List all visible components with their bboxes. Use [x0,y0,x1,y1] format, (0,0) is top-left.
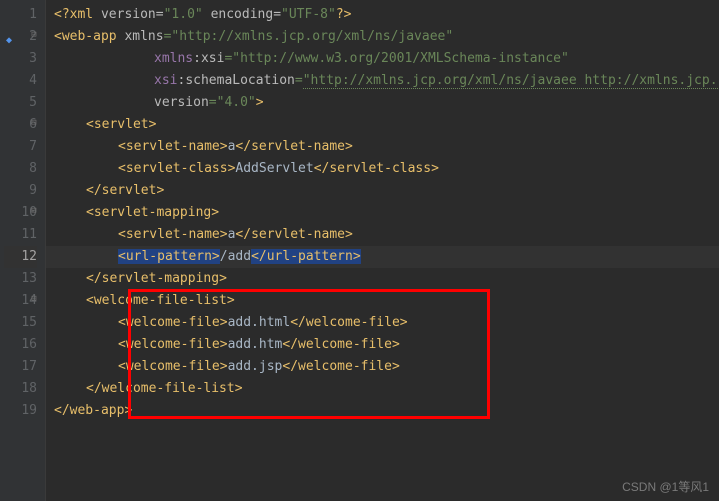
line-number[interactable]: 5 [4,92,37,114]
code-line-current[interactable]: <url-pattern>/add</url-pattern> [46,246,719,268]
code-line[interactable]: xsi:schemaLocation="http://xmlns.jcp.org… [46,70,719,92]
watermark: CSDN @1等风1 [622,478,709,495]
code-line[interactable]: <servlet> [46,114,719,136]
line-number[interactable]: 11 [4,224,37,246]
code-line[interactable]: <welcome-file>add.jsp</welcome-file> [46,356,719,378]
code-line[interactable]: <welcome-file>add.htm</welcome-file> [46,334,719,356]
line-number[interactable]: 7 [4,136,37,158]
line-number[interactable]: 18 [4,378,37,400]
code-line[interactable]: </web-app> [46,400,719,422]
line-number[interactable]: 17 [4,356,37,378]
code-line[interactable]: xmlns:xsi="http://www.w3.org/2001/XMLSch… [46,48,719,70]
code-line[interactable]: </servlet> [46,180,719,202]
line-number[interactable]: 16 [4,334,37,356]
fold-icon[interactable]: ⊟ [29,294,39,304]
fold-icon[interactable]: ⊟ [29,118,39,128]
line-number[interactable]: 1 [4,4,37,26]
code-line[interactable]: <welcome-file>add.html</welcome-file> [46,312,719,334]
line-number[interactable]: 9 [4,180,37,202]
code-line[interactable]: version="4.0"> [46,92,719,114]
code-line[interactable]: <servlet-mapping> [46,202,719,224]
line-number[interactable]: ◆2⊟ [4,26,37,48]
code-line[interactable]: <servlet-name>a</servlet-name> [46,224,719,246]
fold-icon[interactable]: ⊟ [29,30,39,40]
code-area[interactable]: <?xml version="1.0" encoding="UTF-8"?> <… [46,0,719,501]
code-line[interactable]: </welcome-file-list> [46,378,719,400]
line-number[interactable]: 19 [4,400,37,422]
code-line[interactable]: <web-app xmlns="http://xmlns.jcp.org/xml… [46,26,719,48]
line-number-current[interactable]: 12 [4,246,37,268]
code-line[interactable]: <welcome-file-list> [46,290,719,312]
line-number[interactable]: 4 [4,70,37,92]
code-line[interactable]: <?xml version="1.0" encoding="UTF-8"?> [46,4,719,26]
line-number[interactable]: 3 [4,48,37,70]
code-editor[interactable]: 1 ◆2⊟ 3 4 5 6⊟ 7 8 9 10⊟ 11 12 13 14⊟ 15… [0,0,719,501]
line-number[interactable]: 14⊟ [4,290,37,312]
line-number[interactable]: 10⊟ [4,202,37,224]
fold-icon[interactable]: ⊟ [29,206,39,216]
code-line[interactable]: </servlet-mapping> [46,268,719,290]
code-line[interactable]: <servlet-name>a</servlet-name> [46,136,719,158]
line-number[interactable]: 8 [4,158,37,180]
gutter[interactable]: 1 ◆2⊟ 3 4 5 6⊟ 7 8 9 10⊟ 11 12 13 14⊟ 15… [0,0,46,501]
line-number[interactable]: 13 [4,268,37,290]
code-line[interactable]: <servlet-class>AddServlet</servlet-class… [46,158,719,180]
line-number[interactable]: 6⊟ [4,114,37,136]
line-number[interactable]: 15 [4,312,37,334]
